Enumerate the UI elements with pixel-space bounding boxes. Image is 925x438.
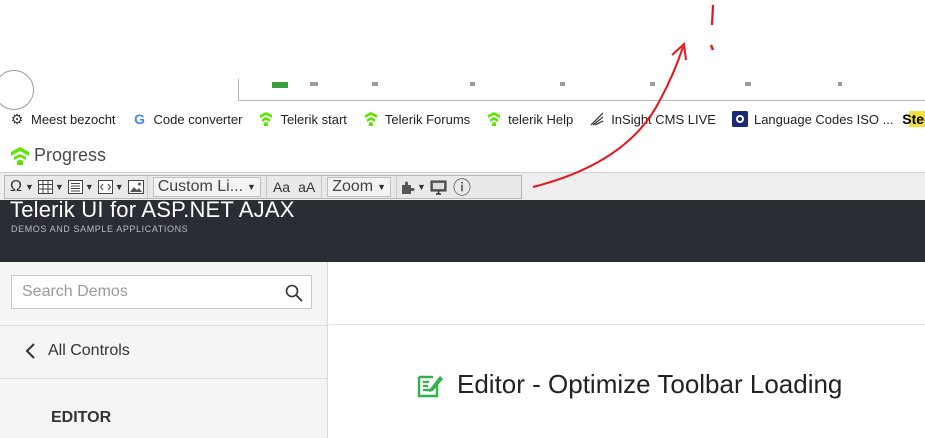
- toolbar-strip: Ω ▼ ▼ ▼ ▼ Custom Li... ▼ Aa aA Zoom ▼ ▼ …: [4, 175, 522, 199]
- custom-links-dropdown[interactable]: Custom Li... ▼: [152, 177, 261, 197]
- decrease-size-button[interactable]: Aa: [269, 177, 294, 197]
- bookmark-label: Telerik Forums: [384, 111, 471, 127]
- code-snippet-icon: [98, 180, 114, 194]
- editor-icon: [417, 375, 443, 397]
- language-icon: [731, 111, 748, 127]
- dropdown-arrow-icon[interactable]: ▼: [85, 182, 94, 192]
- gear-icon: ⚙: [10, 110, 24, 127]
- url-text-fragment: [838, 82, 842, 86]
- bookmark-label: Meest bezocht: [31, 111, 116, 127]
- toolbar-group-misc: ▼ ⓘ: [397, 176, 474, 198]
- url-text-fragment: [470, 82, 475, 86]
- bookmark-label: telerik Help: [508, 111, 574, 127]
- telerik-icon: [258, 111, 274, 127]
- steg-icon: Steg: [902, 111, 925, 127]
- sidebar-divider: [0, 325, 328, 326]
- image-icon: [127, 180, 144, 194]
- bookmark-code-converter[interactable]: G Code converter: [132, 111, 243, 127]
- insert-table-button[interactable]: [37, 177, 55, 197]
- toolbar-group-zoom: Zoom ▼: [322, 176, 398, 198]
- bookmark-label: Code converter: [153, 111, 243, 127]
- progress-logo[interactable]: Progress: [10, 145, 106, 166]
- search-box: [11, 275, 312, 309]
- dropdown-arrow-icon[interactable]: ▼: [25, 182, 34, 192]
- page-title-text: Editor - Optimize Toolbar Loading: [457, 369, 843, 399]
- search-input[interactable]: [12, 276, 282, 308]
- url-text-fragment: [650, 82, 655, 86]
- zoom-dropdown[interactable]: Zoom ▼: [327, 177, 392, 197]
- bookmark-label: Telerik start: [280, 111, 347, 127]
- address-bar[interactable]: [238, 79, 925, 101]
- bookmark-steg[interactable]: Steg Co: [902, 111, 925, 127]
- zoom-label: Zoom: [332, 178, 374, 195]
- browser-chrome: [0, 0, 925, 110]
- toolbar-group-insert: Ω ▼ ▼ ▼ ▼: [5, 176, 148, 198]
- increase-size-button[interactable]: aA: [294, 177, 319, 197]
- toolbar-group-font: Aa aA: [267, 176, 323, 198]
- insert-snippet-button[interactable]: [97, 177, 115, 197]
- bookmark-label: InSight CMS LIVE: [611, 111, 716, 127]
- site-subtitle: DEMOS AND SAMPLE APPLICATIONS: [11, 224, 189, 234]
- sidebar-divider: [0, 378, 328, 379]
- insight-icon: [589, 111, 605, 127]
- toggle-screen-mode-button[interactable]: [429, 177, 448, 197]
- main-top-bar: [329, 262, 925, 325]
- url-text-fragment: [745, 82, 751, 86]
- font-size-small-label: Aa: [272, 179, 291, 195]
- site-header: Telerik UI for ASP.NET AJAX DEMOS AND SA…: [0, 200, 925, 262]
- puzzle-icon: [402, 181, 415, 194]
- info-icon: ⓘ: [452, 178, 471, 198]
- template-icon: [68, 180, 84, 194]
- insert-template-button[interactable]: [67, 177, 85, 197]
- sidebar-section-heading: EDITOR: [51, 409, 112, 426]
- image-manager-button[interactable]: [127, 177, 145, 197]
- dropdown-arrow-icon[interactable]: ▼: [115, 182, 124, 192]
- bookmark-meest-bezocht[interactable]: ⚙ Meest bezocht: [9, 111, 116, 127]
- dropdown-arrow-icon[interactable]: ▼: [55, 182, 64, 192]
- telerik-icon: [486, 111, 502, 127]
- dropdown-arrow-icon[interactable]: ▼: [417, 182, 426, 192]
- about-button[interactable]: ⓘ: [452, 177, 472, 198]
- all-controls-label: All Controls: [48, 342, 130, 359]
- editor-toolbar: Ω ▼ ▼ ▼ ▼ Custom Li... ▼ Aa aA Zoom ▼ ▼ …: [0, 172, 925, 200]
- dropdown-arrow-icon: ▼: [247, 182, 256, 192]
- bookmark-telerik-help[interactable]: telerik Help: [486, 111, 573, 127]
- toolbar-group-links: Custom Li... ▼: [148, 176, 267, 198]
- chevron-left-icon: [25, 343, 35, 359]
- search-icon[interactable]: [284, 283, 304, 303]
- bookmark-label: Language Codes ISO ...: [753, 111, 894, 127]
- back-button[interactable]: [0, 70, 34, 110]
- sidebar: All Controls EDITOR: [0, 262, 328, 438]
- dropdown-arrow-icon: ▼: [377, 182, 387, 192]
- url-text-fragment: [560, 82, 565, 86]
- insert-symbol-button[interactable]: Ω: [7, 177, 25, 197]
- bookmark-insight-cms[interactable]: InSight CMS LIVE: [589, 111, 716, 127]
- bookmark-telerik-forums[interactable]: Telerik Forums: [363, 111, 470, 127]
- custom-links-label: Custom Li...: [157, 178, 244, 195]
- bookmark-telerik-start[interactable]: Telerik start: [258, 111, 347, 127]
- bookmarks-bar: ⚙ Meest bezocht G Code converter Telerik…: [0, 106, 925, 132]
- modules-button[interactable]: [399, 177, 417, 197]
- url-text-fragment: [310, 82, 318, 86]
- table-icon: [38, 180, 54, 194]
- progress-logo-text: Progress: [34, 145, 107, 165]
- progress-logo-icon: [11, 146, 29, 165]
- site-title[interactable]: Telerik UI for ASP.NET AJAX: [10, 200, 295, 223]
- monitor-icon: [430, 180, 447, 195]
- font-size-large-label: aA: [298, 179, 316, 195]
- all-controls-link[interactable]: All Controls: [24, 342, 130, 360]
- bookmark-language-codes[interactable]: Language Codes ISO ...: [731, 111, 894, 127]
- omega-icon: Ω: [10, 178, 22, 195]
- page-title: Editor - Optimize Toolbar Loading: [416, 369, 842, 400]
- telerik-icon: [363, 111, 379, 127]
- secure-lock-icon: [272, 82, 288, 88]
- google-icon: G: [134, 111, 145, 127]
- url-text-fragment: [372, 82, 378, 86]
